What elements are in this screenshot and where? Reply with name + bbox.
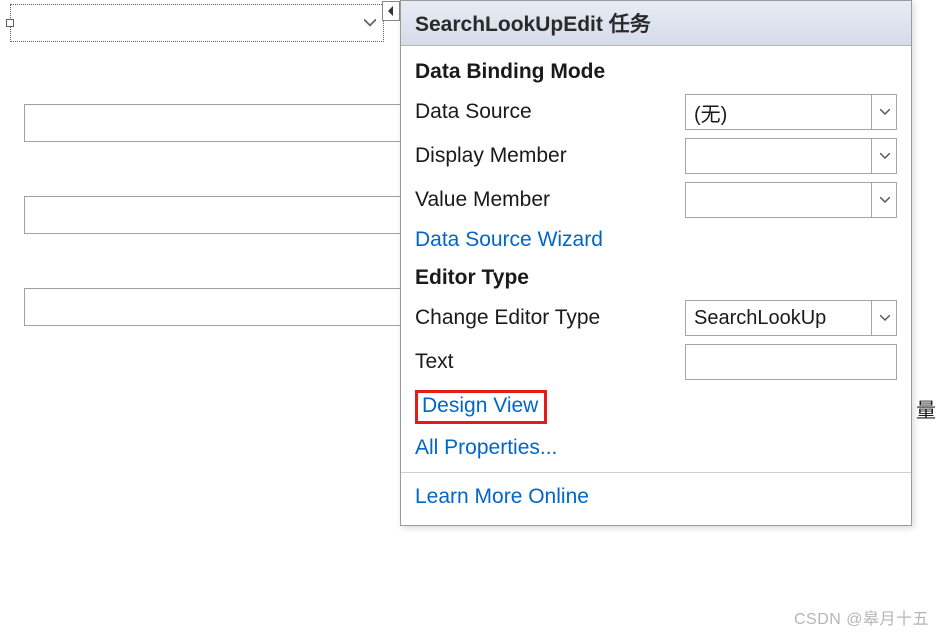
link-data-source-wizard[interactable]: Data Source Wizard xyxy=(415,228,603,252)
background-control-3[interactable] xyxy=(24,288,402,326)
row-change-editor-type: Change Editor Type SearchLookUp xyxy=(415,296,897,340)
combo-value-member[interactable] xyxy=(685,182,897,218)
chevron-down-icon[interactable] xyxy=(871,300,897,336)
row-data-source: Data Source (无) xyxy=(415,90,897,134)
combo-data-source-value: (无) xyxy=(694,98,727,127)
section-editor-type: Editor Type xyxy=(415,258,897,296)
section-data-binding: Data Binding Mode xyxy=(415,52,897,90)
control-dropdown-button[interactable] xyxy=(359,7,381,39)
selected-searchlookupedit-control[interactable] xyxy=(10,4,384,42)
row-value-member: Value Member xyxy=(415,178,897,222)
label-text: Text xyxy=(415,350,685,374)
task-panel-title: SearchLookUpEdit 任务 xyxy=(401,1,911,46)
chevron-down-icon[interactable] xyxy=(871,182,897,218)
smart-tag-glyph[interactable] xyxy=(382,1,400,21)
background-text-char: 量 xyxy=(916,394,936,423)
combo-change-editor-type[interactable]: SearchLookUp xyxy=(685,300,897,336)
row-text: Text xyxy=(415,340,897,384)
chevron-down-icon[interactable] xyxy=(871,94,897,130)
label-change-editor-type: Change Editor Type xyxy=(415,306,685,330)
chevron-down-icon[interactable] xyxy=(871,138,897,174)
highlight-design-view: Design View xyxy=(415,390,547,424)
background-control-1[interactable] xyxy=(24,104,402,142)
row-display-member: Display Member xyxy=(415,134,897,178)
background-control-2[interactable] xyxy=(24,196,402,234)
label-value-member: Value Member xyxy=(415,188,685,212)
smart-tag-task-panel: SearchLookUpEdit 任务 Data Binding Mode Da… xyxy=(400,0,912,526)
combo-display-member[interactable] xyxy=(685,138,897,174)
combo-change-editor-type-value: SearchLookUp xyxy=(694,307,826,330)
watermark: CSDN @皋月十五 xyxy=(794,605,929,629)
link-learn-more-online[interactable]: Learn More Online xyxy=(415,485,589,509)
label-data-source: Data Source xyxy=(415,100,685,124)
combo-data-source[interactable]: (无) xyxy=(685,94,897,130)
link-all-properties[interactable]: All Properties... xyxy=(415,436,557,460)
link-design-view[interactable]: Design View xyxy=(422,394,538,418)
input-text[interactable] xyxy=(685,344,897,380)
divider xyxy=(401,472,911,473)
selection-handle-left[interactable] xyxy=(6,19,14,27)
label-display-member: Display Member xyxy=(415,144,685,168)
